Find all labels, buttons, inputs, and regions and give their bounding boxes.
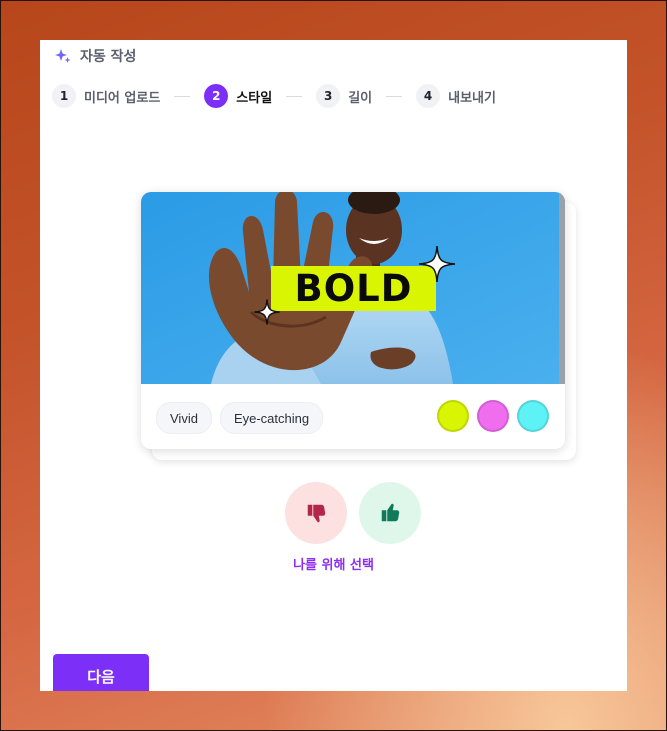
thumbs-up-icon xyxy=(381,503,400,522)
style-name-badge: BOLD xyxy=(271,266,436,311)
next-button[interactable]: 다음 xyxy=(53,654,149,691)
auto-create-panel: 자동 작성 1 미디어 업로드 2 스타일 3 길이 4 내보내기 BOLD V… xyxy=(40,40,627,691)
color-swatch xyxy=(517,400,549,432)
step-label: 내보내기 xyxy=(448,90,496,106)
step-number: 4 xyxy=(416,84,441,108)
step-length[interactable]: 3 길이 xyxy=(316,84,372,108)
style-tag: Eye-catching xyxy=(219,402,324,434)
sparkle-star-icon xyxy=(254,299,280,325)
step-label: 미디어 업로드 xyxy=(84,90,161,106)
step-style[interactable]: 2 스타일 xyxy=(204,84,272,108)
step-divider xyxy=(286,95,303,97)
step-number: 3 xyxy=(316,84,341,108)
sparkle-star-icon xyxy=(418,245,456,283)
panel-header: 자동 작성 xyxy=(54,46,136,66)
step-number: 1 xyxy=(52,84,76,108)
step-media-upload[interactable]: 1 미디어 업로드 xyxy=(52,84,160,108)
step-label: 스타일 xyxy=(236,90,273,106)
panel-title: 자동 작성 xyxy=(80,49,137,65)
dislike-button[interactable] xyxy=(285,482,347,544)
color-swatch xyxy=(437,400,469,432)
step-divider xyxy=(386,95,403,97)
like-button[interactable] xyxy=(359,482,421,544)
color-palette xyxy=(437,400,549,432)
step-indicator: 1 미디어 업로드 2 스타일 3 길이 4 내보내기 xyxy=(52,84,496,108)
style-tag: Vivid xyxy=(156,402,212,434)
style-card[interactable]: BOLD Vivid Eye-catching xyxy=(141,192,565,449)
step-label: 길이 xyxy=(348,90,373,106)
step-divider xyxy=(174,95,191,97)
sparkle-icon xyxy=(55,49,71,63)
step-number: 2 xyxy=(204,84,229,108)
thumbs-down-icon xyxy=(307,504,326,523)
step-export[interactable]: 4 내보내기 xyxy=(416,84,496,108)
style-tags: Vivid Eye-catching xyxy=(156,402,324,434)
color-swatch xyxy=(477,400,509,432)
pick-for-me-link[interactable]: 나를 위해 선택 xyxy=(40,554,627,573)
